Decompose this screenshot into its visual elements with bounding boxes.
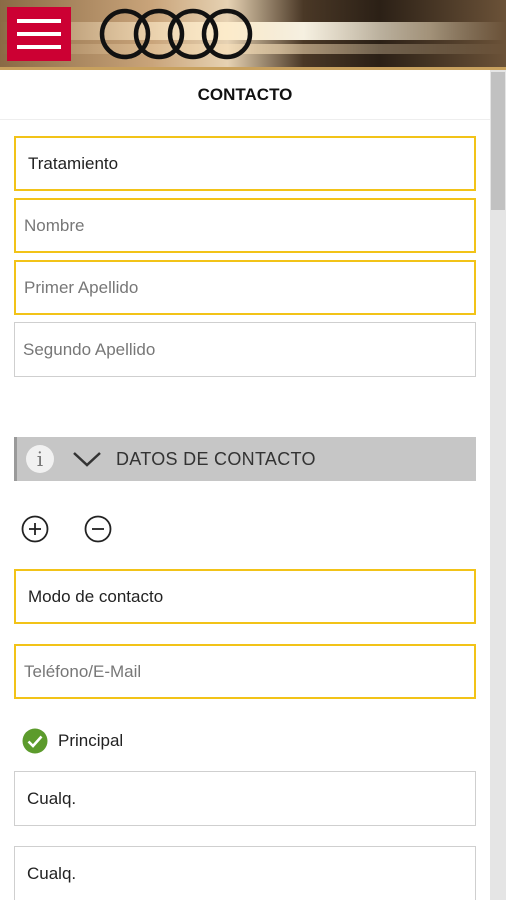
hamburger-menu-icon[interactable]: [7, 7, 71, 61]
menu-bar-bottom: [17, 45, 61, 49]
minus-circle-icon[interactable]: [84, 515, 112, 543]
modo-contacto-select[interactable]: Modo de contacto: [14, 569, 476, 624]
cualq-select-1[interactable]: Cualq.: [14, 771, 476, 826]
info-icon[interactable]: i: [26, 445, 54, 473]
primer-apellido-input[interactable]: Primer Apellido: [14, 260, 476, 315]
check-circle-icon: [22, 728, 48, 754]
segundo-apellido-input[interactable]: Segundo Apellido: [14, 322, 476, 377]
page-title: CONTACTO: [0, 70, 490, 120]
section-title: DATOS DE CONTACTO: [116, 448, 316, 469]
scrollbar-thumb[interactable]: [491, 72, 505, 210]
principal-label: Principal: [58, 731, 124, 750]
cualq-select-2[interactable]: Cualq.: [14, 846, 476, 900]
plus-circle-icon[interactable]: [21, 515, 49, 543]
nombre-input[interactable]: Nombre: [14, 198, 476, 253]
audi-rings-logo: [99, 8, 253, 60]
tratamiento-select[interactable]: Tratamiento: [14, 136, 476, 191]
datos-contacto-section-header[interactable]: i DATOS DE CONTACTO: [14, 437, 476, 481]
telefono-email-input[interactable]: Teléfono/E-Mail: [14, 644, 476, 699]
menu-bar-top: [17, 19, 61, 23]
principal-checkbox[interactable]: Principal: [22, 726, 123, 756]
menu-bar-middle: [17, 32, 61, 36]
chevron-down-icon[interactable]: [72, 448, 102, 470]
